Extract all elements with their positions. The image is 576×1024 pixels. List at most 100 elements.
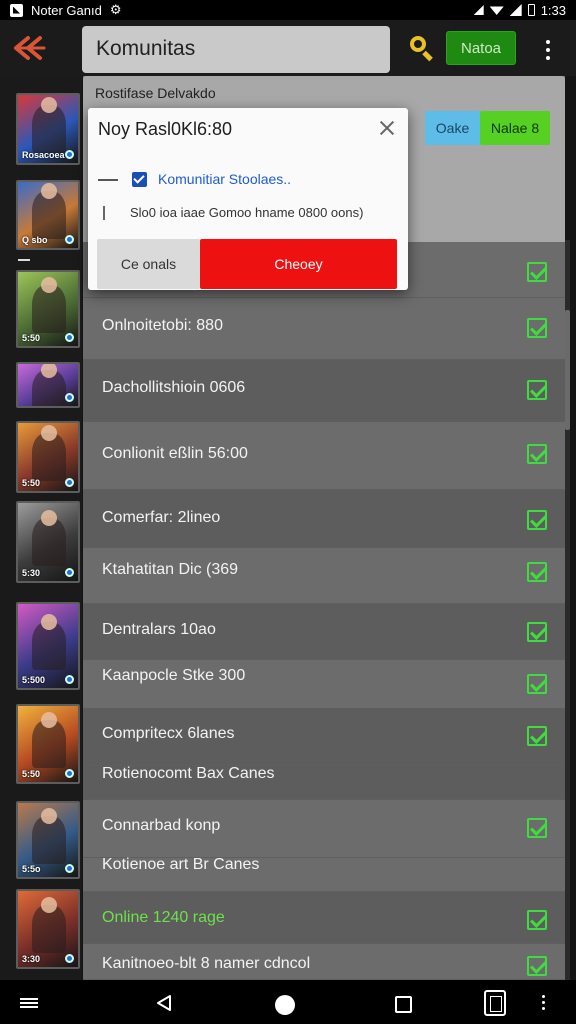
dialog-option-link[interactable]: Komunitiar Stoolaes.. bbox=[158, 171, 291, 187]
row-label: Kotienoe art Br Canes bbox=[102, 856, 260, 873]
status-bar: Noter Ganıd ⚙ 1:33 bbox=[0, 0, 576, 20]
game-thumbnail[interactable]: 5:500 bbox=[16, 602, 80, 690]
game-thumbnail[interactable]: Rosacoea bbox=[16, 93, 80, 165]
navigation-bar bbox=[0, 980, 576, 1024]
row-checkbox[interactable] bbox=[527, 622, 547, 642]
row-checkbox[interactable] bbox=[527, 318, 547, 338]
game-thumbnail[interactable]: 5:50 bbox=[16, 421, 80, 493]
dialog-info-text: Slo0 ioa iaae Gomoo hname 0800 oons) bbox=[130, 205, 364, 220]
row-checkbox[interactable] bbox=[527, 726, 547, 746]
row-label: Rotienocomt Bax Canes bbox=[102, 765, 275, 782]
list-row[interactable]: Kanitnoeo-blt 8 namer cdncol bbox=[83, 944, 565, 980]
thumbnail-caption: Q sbo bbox=[22, 235, 48, 245]
battery-icon bbox=[527, 4, 535, 16]
dialog: Noy Rasl0Kl6:80 Komunitiar Stoolaes.. Sl… bbox=[88, 108, 408, 290]
game-thumbnail[interactable]: Q sbo bbox=[16, 180, 80, 250]
overflow-menu-icon[interactable] bbox=[538, 40, 558, 60]
thumbnail-caption: 5:50 bbox=[22, 333, 41, 343]
thumbnail-caption: 5:5o bbox=[22, 864, 41, 874]
signal-icon bbox=[473, 5, 484, 15]
action-button[interactable]: Natoa bbox=[446, 31, 516, 65]
menu-icon[interactable] bbox=[20, 998, 38, 1008]
thumbnail-column: Rosacoea Q sbo 5:50 5:50 5:30 5:500 5:50 5:5o 3:… bbox=[0, 76, 82, 980]
list-row[interactable]: Ktahatitan Dic (369 bbox=[83, 548, 565, 604]
list-row[interactable]: Onlnoitetobi: 880 bbox=[83, 298, 565, 360]
panel-title: Rostifase Delvakdo bbox=[95, 85, 216, 101]
row-label: Kanitnoeo-blt 8 namer cdncol bbox=[102, 955, 311, 972]
dialog-checkbox[interactable] bbox=[132, 172, 147, 187]
status-time: 1:33 bbox=[540, 2, 566, 18]
game-thumbnail[interactable] bbox=[16, 362, 80, 408]
status-icons: 1:33 bbox=[473, 2, 566, 18]
row-label: Comerfar: 2lineo bbox=[102, 509, 221, 526]
search-icon[interactable] bbox=[410, 36, 434, 62]
row-label: Ktahatitan Dic (369 bbox=[102, 561, 239, 578]
row-label: Connarbad konp bbox=[102, 817, 221, 834]
close-icon[interactable] bbox=[378, 119, 396, 137]
nav-recents-icon[interactable] bbox=[395, 996, 412, 1013]
list-row[interactable]: Kotienoe art Br Canes bbox=[83, 856, 565, 892]
row-label: Onlnoitetobi: 880 bbox=[102, 317, 223, 334]
thumbnail-caption: Rosacoea bbox=[22, 150, 65, 160]
cell-signal-icon bbox=[509, 4, 522, 16]
game-thumbnail[interactable]: 5:50 bbox=[16, 270, 80, 348]
row-checkbox[interactable] bbox=[527, 818, 547, 838]
nav-home-icon[interactable] bbox=[275, 995, 295, 1015]
row-label: Dachollitshioin 0606 bbox=[102, 379, 246, 396]
badge-icon bbox=[65, 150, 74, 159]
list-row[interactable]: Dentralars 10ao bbox=[83, 604, 565, 660]
row-label: Dentralars 10ao bbox=[102, 621, 216, 638]
panel-blue-button[interactable]: Oake bbox=[425, 111, 480, 145]
app-bar: Komunitas Natoa bbox=[0, 20, 576, 76]
nav-back-icon[interactable] bbox=[155, 994, 173, 1012]
row-checkbox[interactable] bbox=[527, 910, 547, 930]
search-input[interactable]: Komunitas bbox=[82, 26, 390, 73]
row-checkbox[interactable] bbox=[527, 510, 547, 530]
game-thumbnail[interactable]: 5:30 bbox=[16, 501, 80, 583]
dash-icon bbox=[98, 179, 118, 181]
badge-icon bbox=[65, 393, 74, 402]
text-cursor bbox=[103, 206, 105, 220]
list-row[interactable]: Comerfar: 2lineo bbox=[83, 490, 565, 548]
panel-green-button[interactable]: Nalae 8 bbox=[480, 111, 550, 145]
row-label: Online 1240 rage bbox=[102, 909, 225, 926]
row-checkbox[interactable] bbox=[527, 956, 547, 976]
game-thumbnail[interactable]: 5:5o bbox=[16, 801, 80, 879]
back-arrow-icon[interactable] bbox=[12, 34, 48, 62]
cancel-button[interactable]: Ce onals bbox=[97, 239, 200, 289]
list-row[interactable]: Rotienocomt Bax Canes bbox=[83, 765, 565, 800]
badge-icon bbox=[65, 954, 74, 963]
divider bbox=[18, 259, 30, 261]
badge-icon bbox=[65, 235, 74, 244]
rotate-screen-icon[interactable] bbox=[484, 990, 506, 1016]
badge-icon bbox=[65, 478, 74, 487]
row-checkbox[interactable] bbox=[527, 380, 547, 400]
badge-icon bbox=[65, 864, 74, 873]
badge-icon bbox=[65, 568, 74, 577]
game-thumbnail[interactable]: 3:30 bbox=[16, 889, 80, 969]
row-label: Conlionit eßlin 56:00 bbox=[102, 445, 248, 462]
nav-more-icon[interactable] bbox=[542, 995, 545, 1010]
row-label: Kaanpocle Stke 300 bbox=[102, 667, 246, 684]
row-checkbox[interactable] bbox=[527, 444, 547, 464]
row-checkbox[interactable] bbox=[527, 562, 547, 582]
badge-icon bbox=[65, 675, 74, 684]
row-label: Compritecx 6lanes bbox=[102, 725, 235, 742]
list-row[interactable]: Compritecx 6lanes bbox=[83, 708, 565, 766]
badge-icon bbox=[65, 333, 74, 342]
scrollbar[interactable] bbox=[565, 240, 570, 980]
gear-icon: ⚙ bbox=[109, 2, 122, 17]
list-row[interactable]: Connarbad konp bbox=[83, 800, 565, 858]
thumbnail-caption: 5:30 bbox=[22, 568, 41, 578]
thumbnail-caption: 5:50 bbox=[22, 769, 41, 779]
row-checkbox[interactable] bbox=[527, 262, 547, 282]
list-row[interactable]: Dachollitshioin 0606 bbox=[83, 360, 565, 422]
status-app-name: Noter Ganıd bbox=[31, 2, 102, 18]
game-thumbnail[interactable]: 5:50 bbox=[16, 704, 80, 784]
list-row[interactable]: Conlionit eßlin 56:00 bbox=[83, 422, 565, 490]
confirm-button[interactable]: Cheoey bbox=[200, 239, 397, 289]
row-checkbox[interactable] bbox=[527, 674, 547, 694]
list-row[interactable]: Online 1240 rage bbox=[83, 892, 565, 944]
thumbnail-caption: 3:30 bbox=[22, 954, 41, 964]
list-row[interactable]: Kaanpocle Stke 300 bbox=[83, 660, 565, 710]
